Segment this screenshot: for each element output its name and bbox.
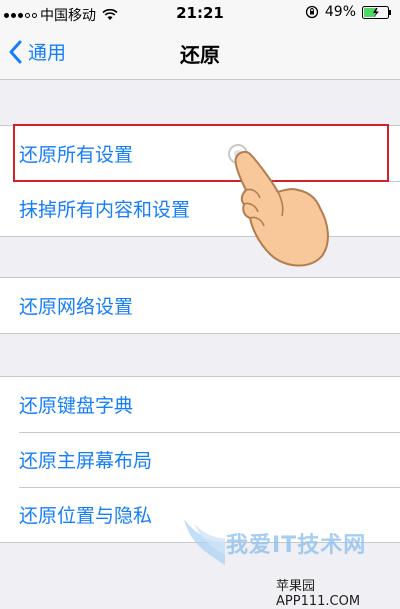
reset-keyboard-dictionary-item[interactable]: 还原键盘字典 <box>0 377 400 432</box>
status-right: 49% <box>305 4 392 20</box>
list-item-label: 还原网络设置 <box>19 296 134 318</box>
status-bar: 中国移动 21:21 49% <box>0 0 400 26</box>
battery-icon <box>362 5 391 19</box>
list-item-label: 还原键盘字典 <box>19 395 134 417</box>
reset-network-settings-item[interactable]: 还原网络设置 <box>0 278 400 333</box>
hand-pointer-icon <box>228 144 329 267</box>
navigation-bar: 通用 还原 <box>0 26 400 80</box>
list-item-label: 还原位置与隐私 <box>19 505 153 527</box>
highlight-annotation <box>13 124 389 182</box>
watermark-subtitle: 苹果园 APP111.COM <box>276 579 361 609</box>
rotation-lock-icon <box>305 5 319 19</box>
list-item-label: 抹掉所有内容和设置 <box>19 199 191 221</box>
erase-all-content-item[interactable]: 抹掉所有内容和设置 <box>0 181 400 236</box>
page-title: 还原 <box>180 43 220 67</box>
reset-home-screen-layout-item[interactable]: 还原主屏幕布局 <box>0 432 400 487</box>
watermark-title: 我爱IT技术网 <box>226 533 367 558</box>
battery-percent: 49% <box>324 4 356 20</box>
watermark: 我爱IT技术网 苹果园 APP111.COM <box>180 505 395 609</box>
settings-group-network: 还原网络设置 <box>0 277 400 334</box>
list-item-label: 还原主屏幕布局 <box>19 450 153 472</box>
